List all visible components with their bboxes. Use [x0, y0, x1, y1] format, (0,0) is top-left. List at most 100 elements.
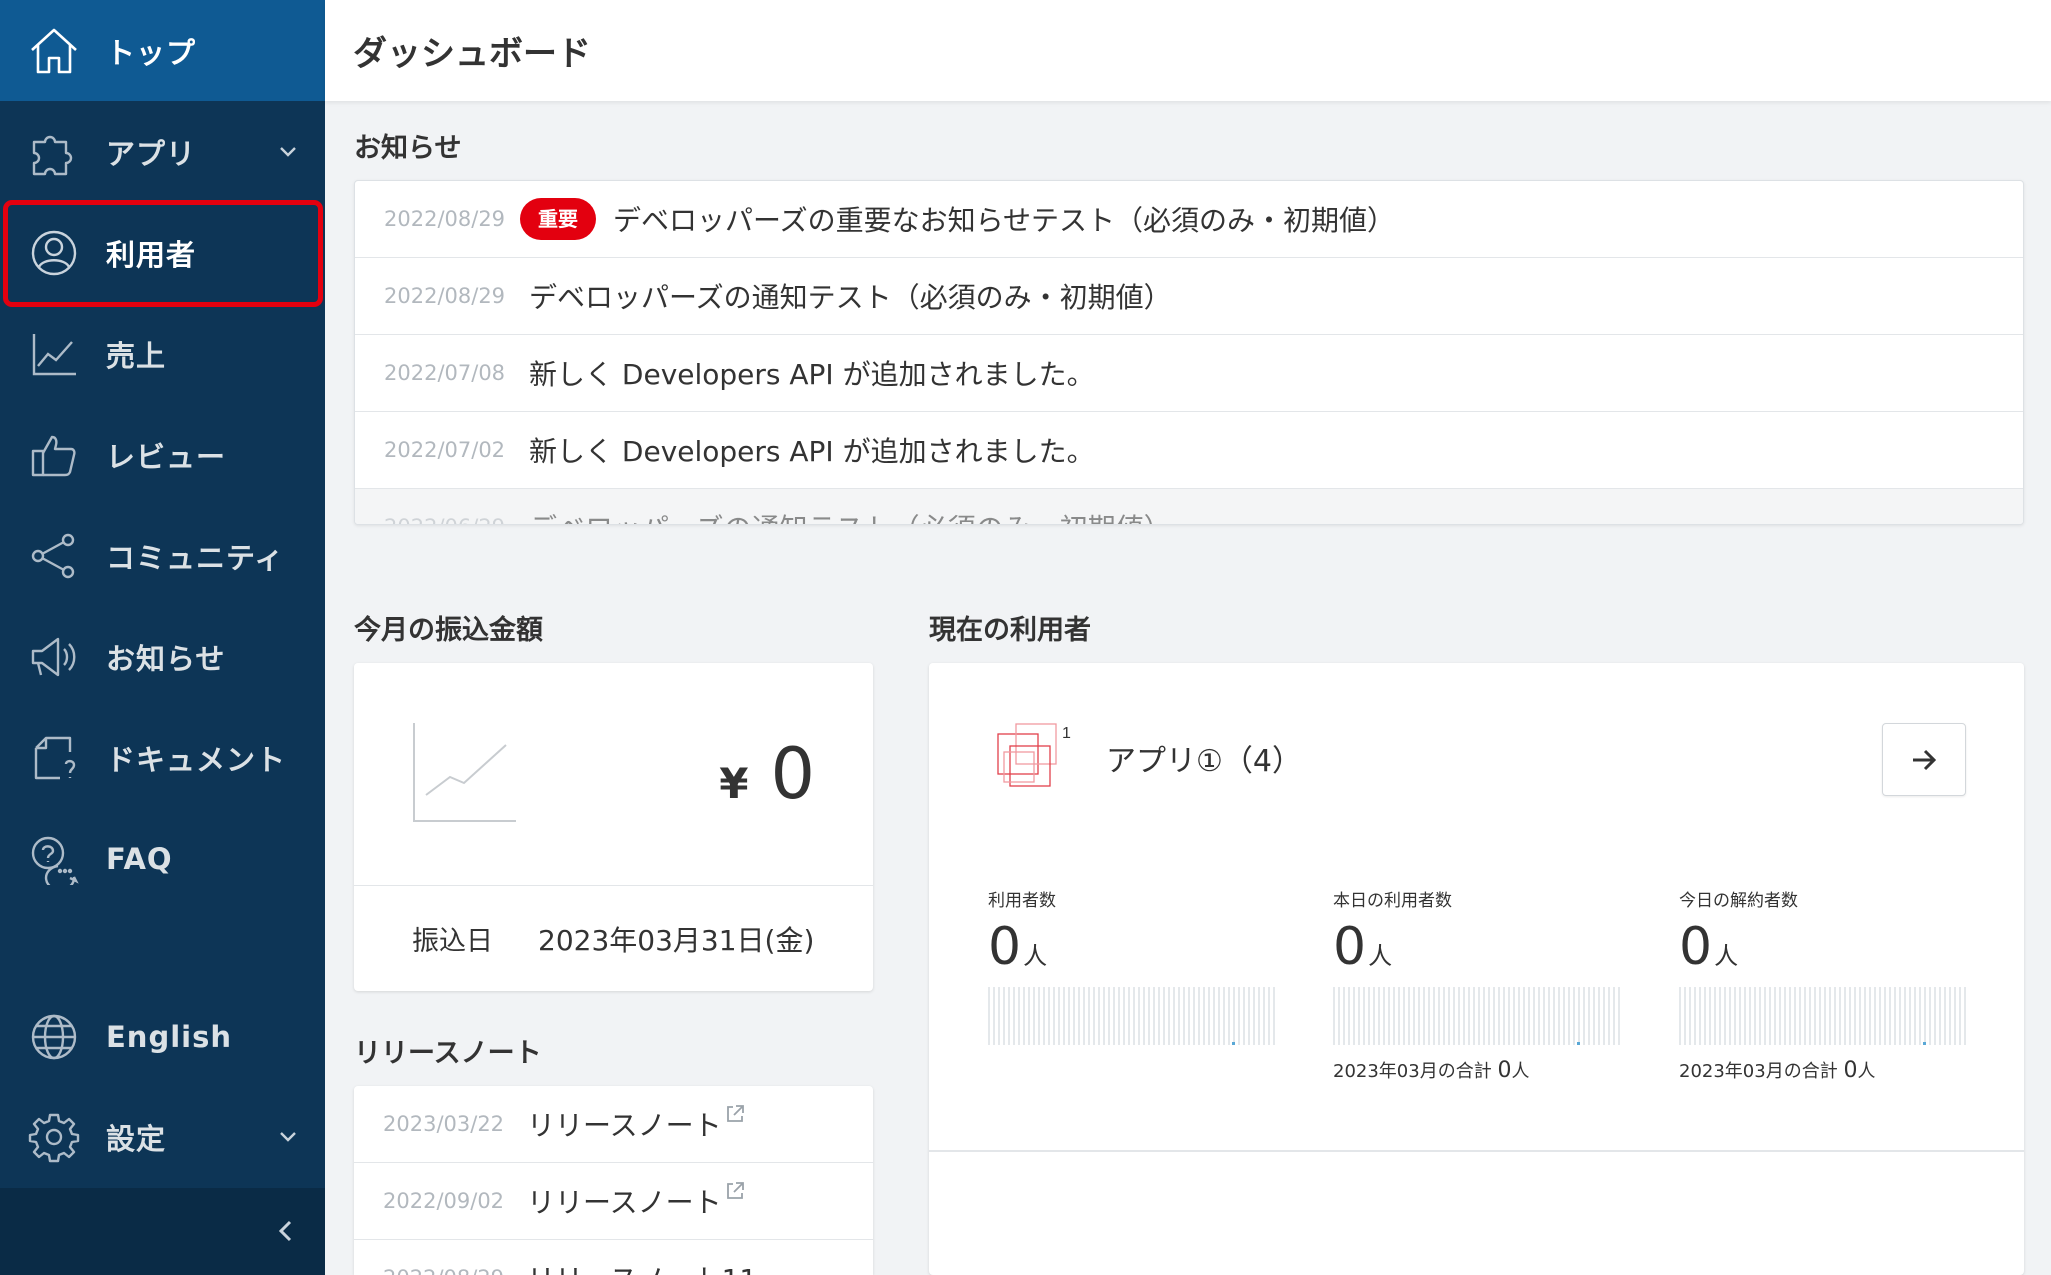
sidebar-item-documents[interactable]: ドキュメント — [0, 707, 325, 808]
stat-total-users: 利用者数 0人 — [988, 886, 1278, 1045]
notice-text: デベロッパーズの重要なお知らせテスト（必須のみ・初期値） — [613, 204, 1396, 237]
release-notes-panel: 2023/03/22 リリースノート 2022/09/02 リリースノート 20… — [354, 1086, 873, 1275]
sidebar-item-settings[interactable]: 設定 — [0, 1086, 325, 1187]
faq-icon — [27, 832, 81, 886]
sidebar-item-label: 設定 — [106, 1121, 167, 1156]
notice-date: 2022/07/02 — [384, 438, 506, 462]
sidebar-item-sales[interactable]: 売上 — [0, 303, 325, 404]
notice-date: 2022/07/08 — [384, 361, 506, 385]
chevron-down-icon — [280, 1131, 296, 1142]
notice-item[interactable]: 2022/08/29 重要 デベロッパーズの重要なお知らせテスト（必須のみ・初期… — [355, 181, 2023, 258]
sidebar-item-community[interactable]: コミュニティ — [0, 505, 325, 606]
arrow-right-icon — [1913, 749, 1937, 770]
sidebar-item-apps[interactable]: アプリ — [0, 101, 325, 202]
transfer-amount: ¥ 0 — [719, 733, 815, 815]
transfer-date: 2023年03月31日(金) — [538, 923, 815, 957]
sidebar-item-users[interactable]: 利用者 — [0, 202, 325, 303]
puzzle-icon — [27, 125, 81, 179]
users-card: 1 アプリ①（4） 利用者数 0人 本日の利用者数 0人 2023年03月の合計… — [929, 663, 2024, 1275]
notice-item[interactable]: 2022/07/02 新しく Developers API が追加されました。 — [355, 412, 2023, 489]
stat-unit: 人 — [1714, 942, 1739, 970]
share-icon — [27, 529, 81, 583]
release-link[interactable]: リリースノート — [527, 1104, 722, 1144]
notice-text: 新しく Developers API が追加されました。 — [529, 358, 1095, 391]
sidebar-collapse-button[interactable] — [0, 1188, 325, 1275]
notice-date: 2022/08/29 — [384, 284, 506, 308]
globe-icon — [27, 1010, 81, 1064]
stat-value: 0 — [1679, 917, 1713, 977]
stat-monthly-total: 2023年03月の合計 0人 — [1679, 1058, 1876, 1083]
sidebar-item-notices[interactable]: お知らせ — [0, 606, 325, 707]
stat-label: 利用者数 — [988, 891, 1056, 911]
sidebar-item-faq[interactable]: FAQ — [0, 808, 325, 909]
notice-text: デベロッパーズの通知テスト（必須のみ・初期値） — [529, 507, 1172, 524]
sidebar-item-label: アプリ — [106, 136, 197, 171]
stat-label: 本日の利用者数 — [1333, 891, 1452, 911]
notice-date: 2022/06/29 — [384, 515, 512, 524]
app-logo: 1 — [997, 723, 1071, 787]
release-note-item[interactable]: 2022/09/02 リリースノート — [354, 1163, 873, 1240]
app-detail-button[interactable] — [1882, 723, 1966, 796]
notice-text: デベロッパーズの通知テスト（必須のみ・初期値） — [529, 281, 1172, 314]
release-date: 2022/08/29 — [383, 1266, 511, 1275]
sidebar-item-top[interactable]: トップ — [0, 0, 325, 101]
notice-item[interactable]: 2022/07/08 新しく Developers API が追加されました。 — [355, 335, 2023, 412]
stat-bar-chart — [988, 987, 1276, 1045]
sidebar-item-label: 売上 — [106, 338, 167, 373]
app-name: アプリ①（4） — [1106, 744, 1302, 779]
stat-label: 今日の解約者数 — [1679, 891, 1798, 911]
stat-bar-chart — [1679, 987, 1967, 1045]
stat-unit: 人 — [1368, 942, 1393, 970]
home-icon — [27, 24, 81, 78]
document-icon — [27, 731, 81, 785]
stat-unit: 人 — [1023, 942, 1048, 970]
app-badge-number: 1 — [1062, 725, 1071, 742]
chart-placeholder-icon — [413, 723, 516, 822]
divider — [929, 1150, 2024, 1152]
sidebar-item-label: コミュニティ — [106, 540, 285, 575]
transfer-date-label: 振込日 — [412, 926, 493, 957]
amount-value: 0 — [770, 733, 815, 815]
external-link-icon — [726, 1105, 744, 1122]
sidebar-item-label: ドキュメント — [106, 742, 287, 777]
sidebar-item-label: FAQ — [106, 841, 173, 876]
sidebar-item-label: レビュー — [106, 439, 227, 474]
sidebar: トップ アプリ 利用者 売上 レビュー コミュニティ お知らせ ドキュメント F… — [0, 0, 325, 1275]
currency-symbol: ¥ — [719, 759, 749, 808]
stat-today-users: 本日の利用者数 0人 2023年03月の合計 0人 — [1333, 886, 1623, 1083]
release-note-item[interactable]: 2023/03/22 リリースノート — [354, 1086, 873, 1163]
sidebar-item-label: English — [106, 1019, 233, 1054]
sidebar-item-label: お知らせ — [106, 641, 226, 676]
header: ダッシュボード — [325, 0, 2051, 101]
stat-monthly-total: 2023年03月の合計 0人 — [1333, 1058, 1530, 1083]
sidebar-item-label: トップ — [106, 35, 197, 70]
notice-text: 新しく Developers API が追加されました。 — [529, 435, 1095, 468]
stat-bar-chart — [1333, 987, 1621, 1045]
users-title: 現在の利用者 — [929, 615, 1091, 646]
chevron-down-icon — [280, 146, 296, 157]
stat-today-cancellations: 今日の解約者数 0人 2023年03月の合計 0人 — [1679, 886, 1969, 1083]
release-date: 2023/03/22 — [383, 1112, 505, 1136]
notices-panel: 2022/08/29 重要 デベロッパーズの重要なお知らせテスト（必須のみ・初期… — [354, 180, 2024, 525]
notice-item[interactable]: 2022/08/29 デベロッパーズの通知テスト（必須のみ・初期値） — [355, 258, 2023, 335]
line-chart-icon — [27, 327, 81, 381]
transfer-card: ¥ 0 振込日 2023年03月31日(金) — [354, 663, 873, 991]
chevron-left-icon — [278, 1220, 292, 1242]
stat-value: 0 — [988, 917, 1022, 977]
stat-value: 0 — [1333, 917, 1367, 977]
thumbs-up-icon — [27, 428, 81, 482]
notice-date: 2022/08/29 — [384, 207, 506, 231]
releases-title: リリースノート — [354, 1038, 542, 1069]
release-note-item[interactable]: 2022/08/29 リリースノート11 — [354, 1240, 873, 1275]
gear-icon — [27, 1110, 81, 1164]
sidebar-item-language[interactable]: English — [0, 986, 325, 1087]
user-icon — [27, 226, 81, 280]
transfer-title: 今月の振込金額 — [354, 615, 543, 646]
release-link[interactable]: リリースノート — [527, 1181, 722, 1221]
sidebar-item-reviews[interactable]: レビュー — [0, 404, 325, 505]
release-link[interactable]: リリースノート11 — [527, 1258, 757, 1275]
megaphone-icon — [27, 630, 81, 684]
external-link-icon — [726, 1182, 744, 1199]
notice-item[interactable]: 2022/06/29 デベロッパーズの通知テスト（必須のみ・初期値） — [355, 489, 2023, 524]
important-badge: 重要 — [520, 198, 596, 240]
